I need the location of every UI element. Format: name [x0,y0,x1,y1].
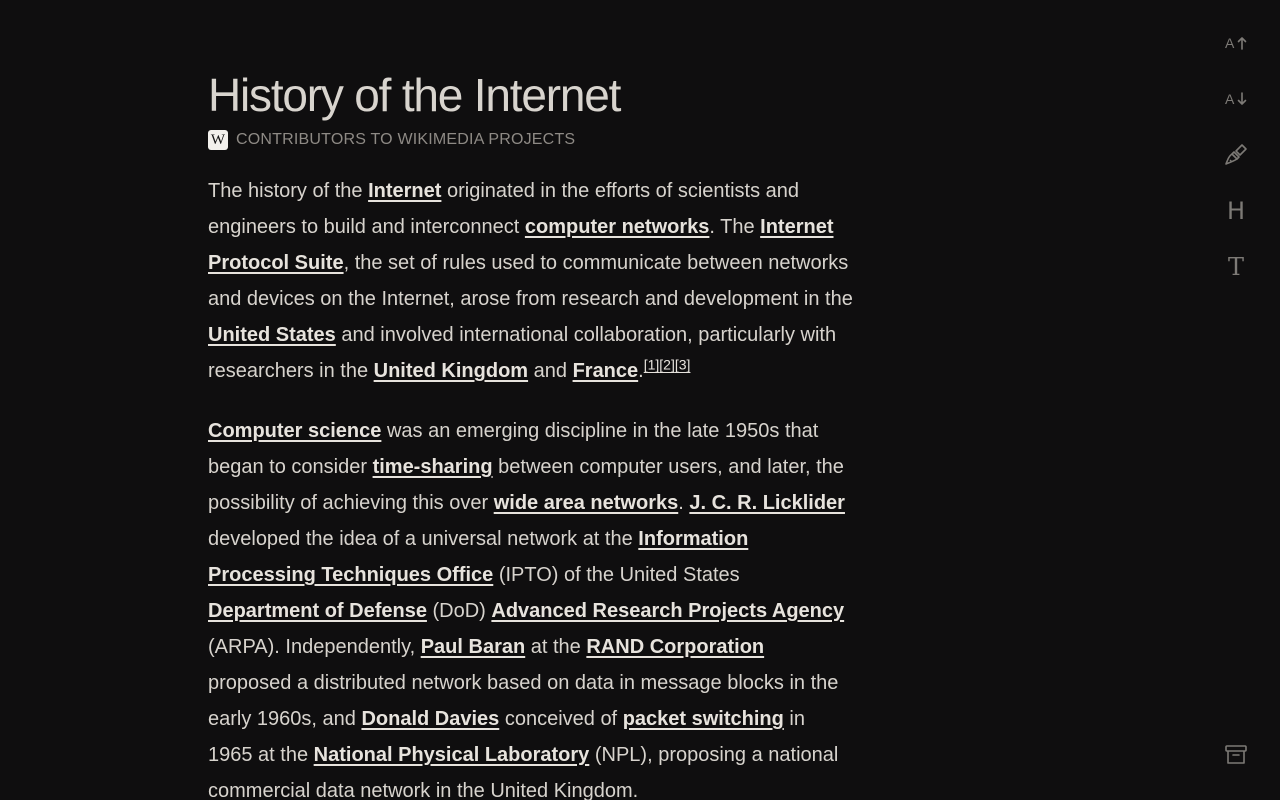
inline-link[interactable]: packet switching [623,708,784,730]
inline-link[interactable]: National Physical Laboratory [314,744,590,766]
inline-link[interactable]: RAND Corporation [586,636,764,658]
inline-link[interactable]: Paul Baran [421,636,525,658]
text-run: (ARPA). Independently, [208,636,421,658]
inline-link[interactable]: Advanced Research Projects Agency [491,600,844,622]
archive-icon [1225,745,1247,764]
citation: [1] [644,356,660,372]
heading-button[interactable]: H [1223,197,1249,225]
text-run: developed the idea of a universal networ… [208,528,639,550]
inline-link[interactable]: Department of Defense [208,600,427,622]
inline-link[interactable]: France [573,360,639,382]
text-run: . The [709,216,761,238]
decrease-font-button[interactable]: A [1223,86,1249,112]
text-run: The history of the [208,180,369,202]
heading-icon: H [1226,197,1246,225]
increase-font-icon: A [1225,35,1247,51]
byline-text: CONTRIBUTORS TO WIKIMEDIA PROJECTS [236,131,576,148]
citation-link[interactable]: [2] [659,356,675,372]
text-run: at the [525,636,587,658]
increase-font-button[interactable]: A [1223,30,1249,56]
text-run: (IPTO) of the United States [493,564,740,586]
inline-link[interactable]: computer networks [525,216,709,238]
text-icon: T [1227,253,1244,281]
wikipedia-logo-icon: W [208,130,228,150]
citation: [3] [675,356,691,372]
paragraph-1: The history of the Internet originated i… [208,173,853,389]
reader-toolbar: A A H T [1190,0,1280,800]
inline-link[interactable]: wide area networks [494,492,679,514]
byline: W CONTRIBUTORS TO WIKIMEDIA PROJECTS [208,127,853,153]
increase-font-letter: A [1225,35,1235,51]
inline-link[interactable]: J. C. R. Licklider [689,492,845,514]
inline-link[interactable]: Computer science [208,420,381,442]
text-run: . [678,492,690,514]
inline-link[interactable]: time-sharing [373,456,493,478]
page-title: History of the Internet [208,69,621,121]
text-run: (DoD) [426,600,492,622]
text-run: conceived of [499,708,623,730]
citation: [2] [659,356,675,372]
paintbrush-icon [1225,144,1247,165]
inline-link[interactable]: Donald Davies [361,708,499,730]
text-run: and [528,360,573,382]
decrease-font-letter: A [1225,91,1235,107]
inline-link[interactable]: Internet [368,180,441,202]
citation-link[interactable]: [3] [675,356,691,372]
decrease-font-icon: A [1225,91,1247,107]
theme-button[interactable] [1223,142,1249,168]
inline-link[interactable]: United States [208,324,336,346]
article: History of the Internet W CONTRIBUTORS T… [208,64,853,800]
text-style-button[interactable]: T [1223,253,1249,281]
paragraph-2: Computer science was an emerging discipl… [208,413,853,800]
inline-link[interactable]: United Kingdom [374,360,528,382]
archive-button[interactable] [1223,742,1249,768]
citation-link[interactable]: [1] [644,356,660,372]
